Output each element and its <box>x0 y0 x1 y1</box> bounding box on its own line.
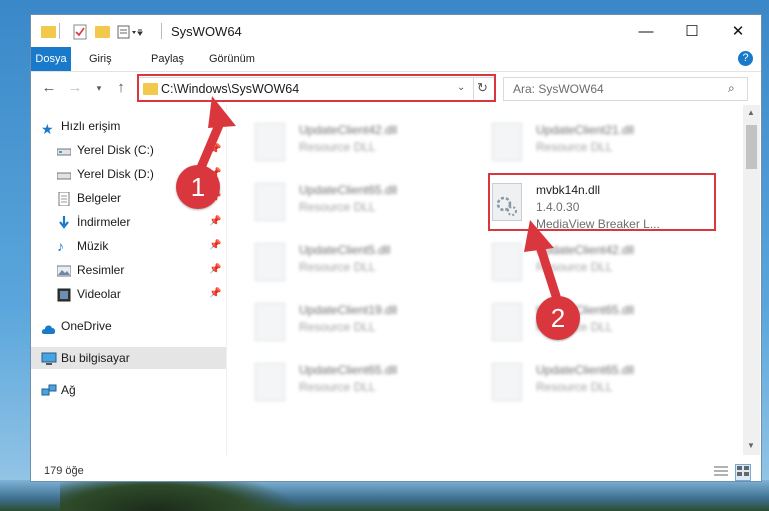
step-2-badge: 2 <box>536 296 580 340</box>
annotation-arrows <box>195 96 561 301</box>
step-1-badge: 1 <box>176 165 220 209</box>
